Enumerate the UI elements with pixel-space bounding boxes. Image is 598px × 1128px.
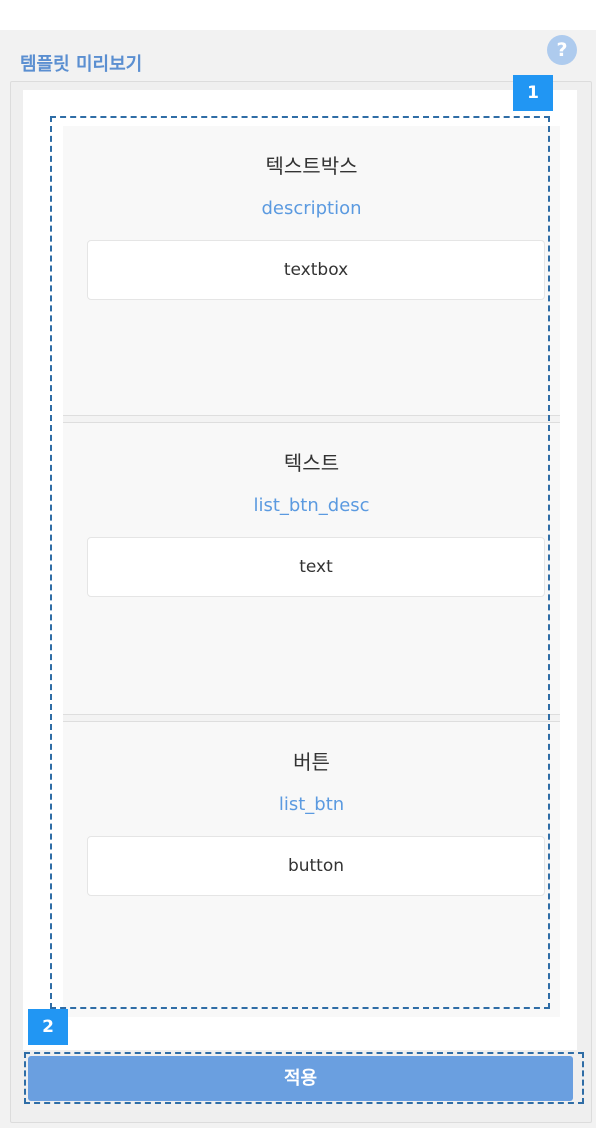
template-title: 텍스트: [283, 451, 340, 475]
template-title: 텍스트박스: [265, 154, 358, 178]
help-icon[interactable]: ?: [547, 35, 577, 65]
template-textbox[interactable]: textbox: [87, 240, 545, 300]
template-card-button: 버튼 list_btn button: [63, 722, 560, 1011]
template-description: list_btn: [278, 794, 345, 815]
template-divider: [63, 415, 560, 423]
template-description: list_btn_desc: [253, 495, 370, 516]
template-title: 버튼: [293, 750, 330, 774]
preview-canvas: 텍스트박스 description textbox 텍스트 list_btn_d…: [23, 90, 577, 1050]
template-card-textbox: 텍스트박스 description textbox: [63, 126, 560, 415]
template-description: description: [261, 198, 362, 219]
annotation-badge-1: 1: [513, 75, 553, 111]
apply-button[interactable]: 적용: [28, 1056, 573, 1101]
template-button-box[interactable]: button: [87, 836, 545, 896]
template-preview-panel: 템플릿 미리보기 ? 텍스트박스 description textbox 텍스트…: [0, 30, 596, 1128]
annotation-badge-2: 2: [28, 1009, 68, 1045]
template-text-box[interactable]: text: [87, 537, 545, 597]
panel-title: 템플릿 미리보기: [20, 54, 143, 75]
template-divider: [63, 714, 560, 722]
template-card-text: 텍스트 list_btn_desc text: [63, 423, 560, 712]
template-list: 텍스트박스 description textbox 텍스트 list_btn_d…: [63, 126, 560, 1017]
preview-frame: 텍스트박스 description textbox 텍스트 list_btn_d…: [10, 81, 592, 1123]
